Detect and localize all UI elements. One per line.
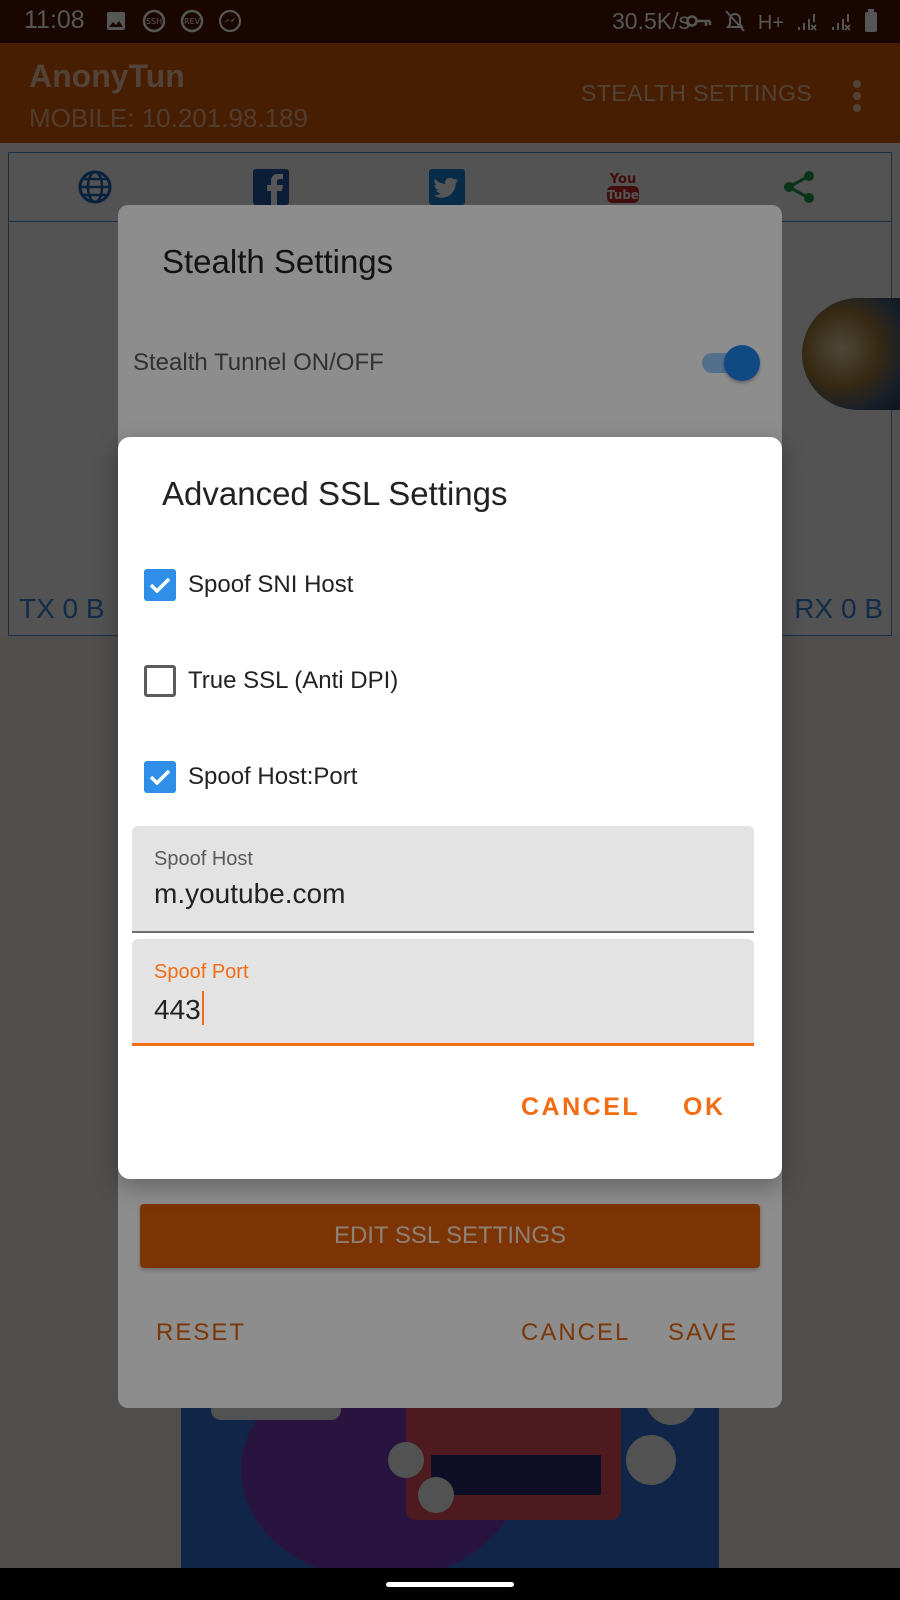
cancel-button[interactable]: CANCEL — [521, 1093, 640, 1122]
advanced-ssl-dialog: Advanced SSL Settings Spoof SNI Host Tru… — [118, 437, 782, 1179]
field-label: Spoof Host — [154, 848, 253, 870]
option-label: True SSL (Anti DPI) — [188, 667, 399, 694]
port-value: 443 — [154, 994, 201, 1025]
navigation-bar — [0, 1568, 900, 1600]
field-label: Spoof Port — [154, 961, 249, 983]
spoof-host-input[interactable]: m.youtube.com — [154, 878, 345, 910]
option-label: Spoof SNI Host — [188, 571, 354, 598]
spoof-port-field[interactable]: Spoof Port 443 — [132, 939, 754, 1046]
checkbox-unchecked-icon[interactable] — [144, 665, 176, 697]
checkbox-checked-icon[interactable] — [144, 569, 176, 601]
ok-button[interactable]: OK — [683, 1093, 726, 1122]
dialog-title: Advanced SSL Settings — [162, 475, 508, 512]
option-label: Spoof Host:Port — [188, 763, 358, 790]
home-gesture-pill[interactable] — [386, 1582, 514, 1587]
spoof-host-field[interactable]: Spoof Host m.youtube.com — [132, 826, 754, 933]
text-cursor — [201, 991, 204, 1025]
spoof-port-input[interactable]: 443 — [154, 991, 204, 1026]
checkbox-checked-icon[interactable] — [144, 761, 176, 793]
